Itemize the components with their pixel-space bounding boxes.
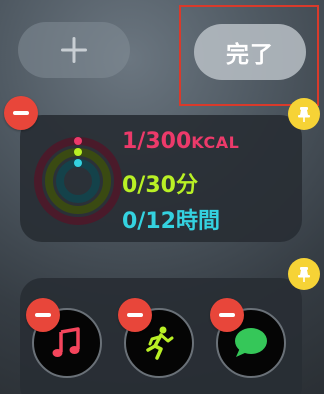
exercise-value: 0/30 <box>122 173 176 198</box>
remove-workout-app-button[interactable] <box>118 298 152 332</box>
move-unit: KCAL <box>191 133 240 152</box>
pin-activity-widget-icon[interactable] <box>288 98 320 130</box>
move-stat: 1/300KCAL <box>122 129 239 154</box>
running-figure-icon <box>146 326 174 360</box>
exercise-stat: 0/30分 <box>122 167 198 199</box>
pushpin-icon <box>298 107 310 122</box>
speech-bubble-icon <box>235 328 267 357</box>
exercise-unit: 分 <box>175 173 198 198</box>
move-value: 1/300 <box>122 129 192 154</box>
add-widget-button[interactable] <box>18 22 130 78</box>
activity-rings-icon <box>34 137 122 225</box>
activity-widget[interactable]: 1/300KCAL 0/30分 0/12時間 <box>20 115 302 242</box>
remove-messages-app-button[interactable] <box>210 298 244 332</box>
pin-apps-widget-icon[interactable] <box>288 258 320 290</box>
done-button[interactable]: 完了 <box>194 24 306 80</box>
apps-widget[interactable] <box>20 278 302 394</box>
stand-unit: 時間 <box>175 209 220 234</box>
remove-music-app-button[interactable] <box>26 298 60 332</box>
pushpin-icon <box>298 267 310 282</box>
stand-stat: 0/12時間 <box>122 203 220 235</box>
plus-icon <box>61 37 87 63</box>
music-note-icon <box>52 327 80 357</box>
stand-value: 0/12 <box>122 209 176 234</box>
remove-activity-widget-button[interactable] <box>4 96 38 130</box>
